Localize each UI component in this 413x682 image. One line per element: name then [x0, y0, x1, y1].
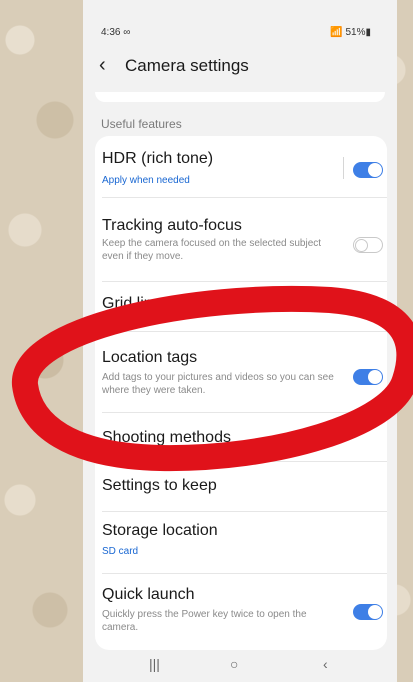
grid-lines-toggle[interactable]	[353, 300, 383, 316]
quick-launch-toggle[interactable]	[353, 604, 383, 620]
page-title: Camera settings	[125, 56, 249, 75]
setting-tracking-af-subtitle: Keep the camera focused on the selected …	[102, 238, 322, 262]
setting-quick-launch[interactable]: Quick launch Quickly press the Power key…	[95, 574, 387, 650]
setting-hdr-subtitle: Apply when needed	[102, 175, 190, 186]
setting-storage-location-subtitle: SD card	[102, 546, 139, 557]
settings-card: HDR (rich tone) Apply when needed Tracki…	[95, 136, 387, 650]
setting-shooting-methods-title: Shooting methods	[102, 429, 231, 446]
setting-location-tags-subtitle: Add tags to your pictures and videos so …	[102, 372, 334, 396]
setting-location-tags-title: Location tags	[102, 349, 198, 366]
setting-grid-lines-title: Grid lines	[102, 295, 170, 312]
tracking-af-toggle[interactable]	[353, 237, 383, 253]
setting-quick-launch-subtitle: Quickly press the Power key twice to ope…	[102, 609, 307, 633]
hdr-toggle[interactable]	[353, 162, 383, 178]
previous-card-edge	[95, 92, 385, 102]
setting-grid-lines[interactable]: Grid lines	[95, 282, 387, 328]
setting-hdr-title: HDR (rich tone)	[102, 150, 214, 167]
setting-location-tags[interactable]: Location tags Add tags to your pictures …	[95, 332, 387, 412]
setting-settings-to-keep-title: Settings to keep	[102, 477, 217, 494]
setting-settings-to-keep[interactable]: Settings to keep	[95, 462, 387, 510]
status-time: 4:36 ∞	[101, 27, 131, 38]
setting-storage-location[interactable]: Storage location SD card	[95, 512, 387, 572]
back-arrow-icon[interactable]: ‹	[99, 55, 106, 75]
setting-tracking-af[interactable]: Tracking auto-focus Keep the camera focu…	[95, 198, 387, 278]
setting-hdr[interactable]: HDR (rich tone) Apply when needed	[95, 136, 387, 194]
app-bar: ‹ Camera settings	[83, 50, 397, 86]
recents-icon[interactable]: |||	[149, 656, 160, 672]
location-tags-toggle[interactable]	[353, 369, 383, 385]
setting-tracking-af-title: Tracking auto-focus	[102, 217, 242, 234]
nav-bar: ||| ○ ‹	[83, 652, 397, 682]
vertical-separator	[343, 157, 344, 179]
setting-quick-launch-title: Quick launch	[102, 586, 195, 603]
setting-shooting-methods[interactable]: Shooting methods	[95, 413, 387, 461]
status-indicators: 📶 51%▮	[330, 27, 371, 38]
back-icon[interactable]: ‹	[323, 656, 328, 672]
setting-storage-location-title: Storage location	[102, 522, 218, 539]
section-title: Useful features	[101, 117, 182, 131]
phone-screen: 4:36 ∞ 📶 51%▮ ‹ Camera settings Useful f…	[83, 0, 397, 682]
home-icon[interactable]: ○	[230, 656, 238, 672]
status-bar: 4:36 ∞ 📶 51%▮	[83, 0, 397, 50]
